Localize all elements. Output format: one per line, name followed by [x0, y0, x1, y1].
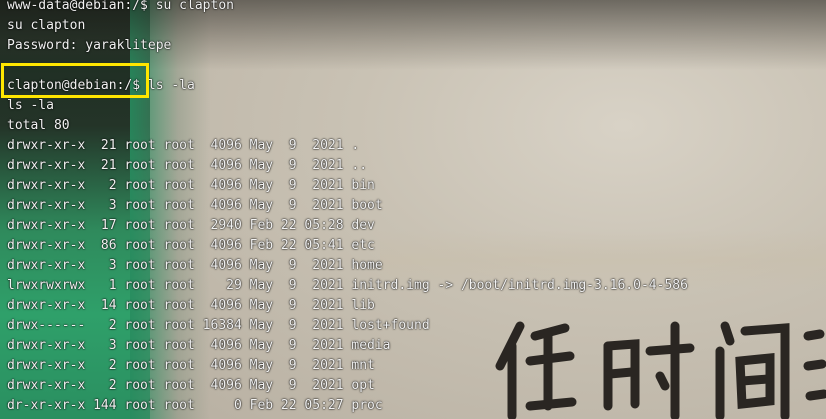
terminal-line: ls -la: [7, 98, 54, 113]
listing-row: drwxr-xr-x 2 root root 4096 May 9 2021 o…: [7, 378, 375, 393]
terminal-line: total 80: [7, 118, 70, 133]
listing-row: drwxr-xr-x 86 root root 4096 Feb 22 05:4…: [7, 238, 375, 253]
listing-row: drwxr-xr-x 3 root root 4096 May 9 2021 b…: [7, 198, 383, 213]
listing-row: dr-xr-xr-x 144 root root 0 Feb 22 05:27 …: [7, 398, 383, 413]
listing-row: drwxr-xr-x 2 root root 4096 May 9 2021 m…: [7, 358, 375, 373]
listing-row: drwxr-xr-x 3 root root 4096 May 9 2021 m…: [7, 338, 391, 353]
listing-row: drwx------ 2 root root 16384 May 9 2021 …: [7, 318, 430, 333]
listing-row: drwxr-xr-x 3 root root 4096 May 9 2021 h…: [7, 258, 383, 273]
listing-row: drwxr-xr-x 17 root root 2940 Feb 22 05:2…: [7, 218, 375, 233]
listing-row: drwxr-xr-x 2 root root 4096 May 9 2021 b…: [7, 178, 375, 193]
listing-row: drwxr-xr-x 21 root root 4096 May 9 2021 …: [7, 158, 368, 173]
terminal-line: Password: yaraklitepe: [7, 38, 172, 53]
terminal-line: su clapton: [7, 18, 86, 33]
prompt-highlight-box: [1, 63, 149, 98]
listing-row: lrwxrwxrwx 1 root root 29 May 9 2021 ini…: [7, 278, 688, 293]
listing-row: drwxr-xr-x 14 root root 4096 May 9 2021 …: [7, 298, 375, 313]
terminal-line: www-data@debian:/$ su clapton: [7, 0, 234, 13]
listing-row: drwxr-xr-x 21 root root 4096 May 9 2021 …: [7, 138, 360, 153]
